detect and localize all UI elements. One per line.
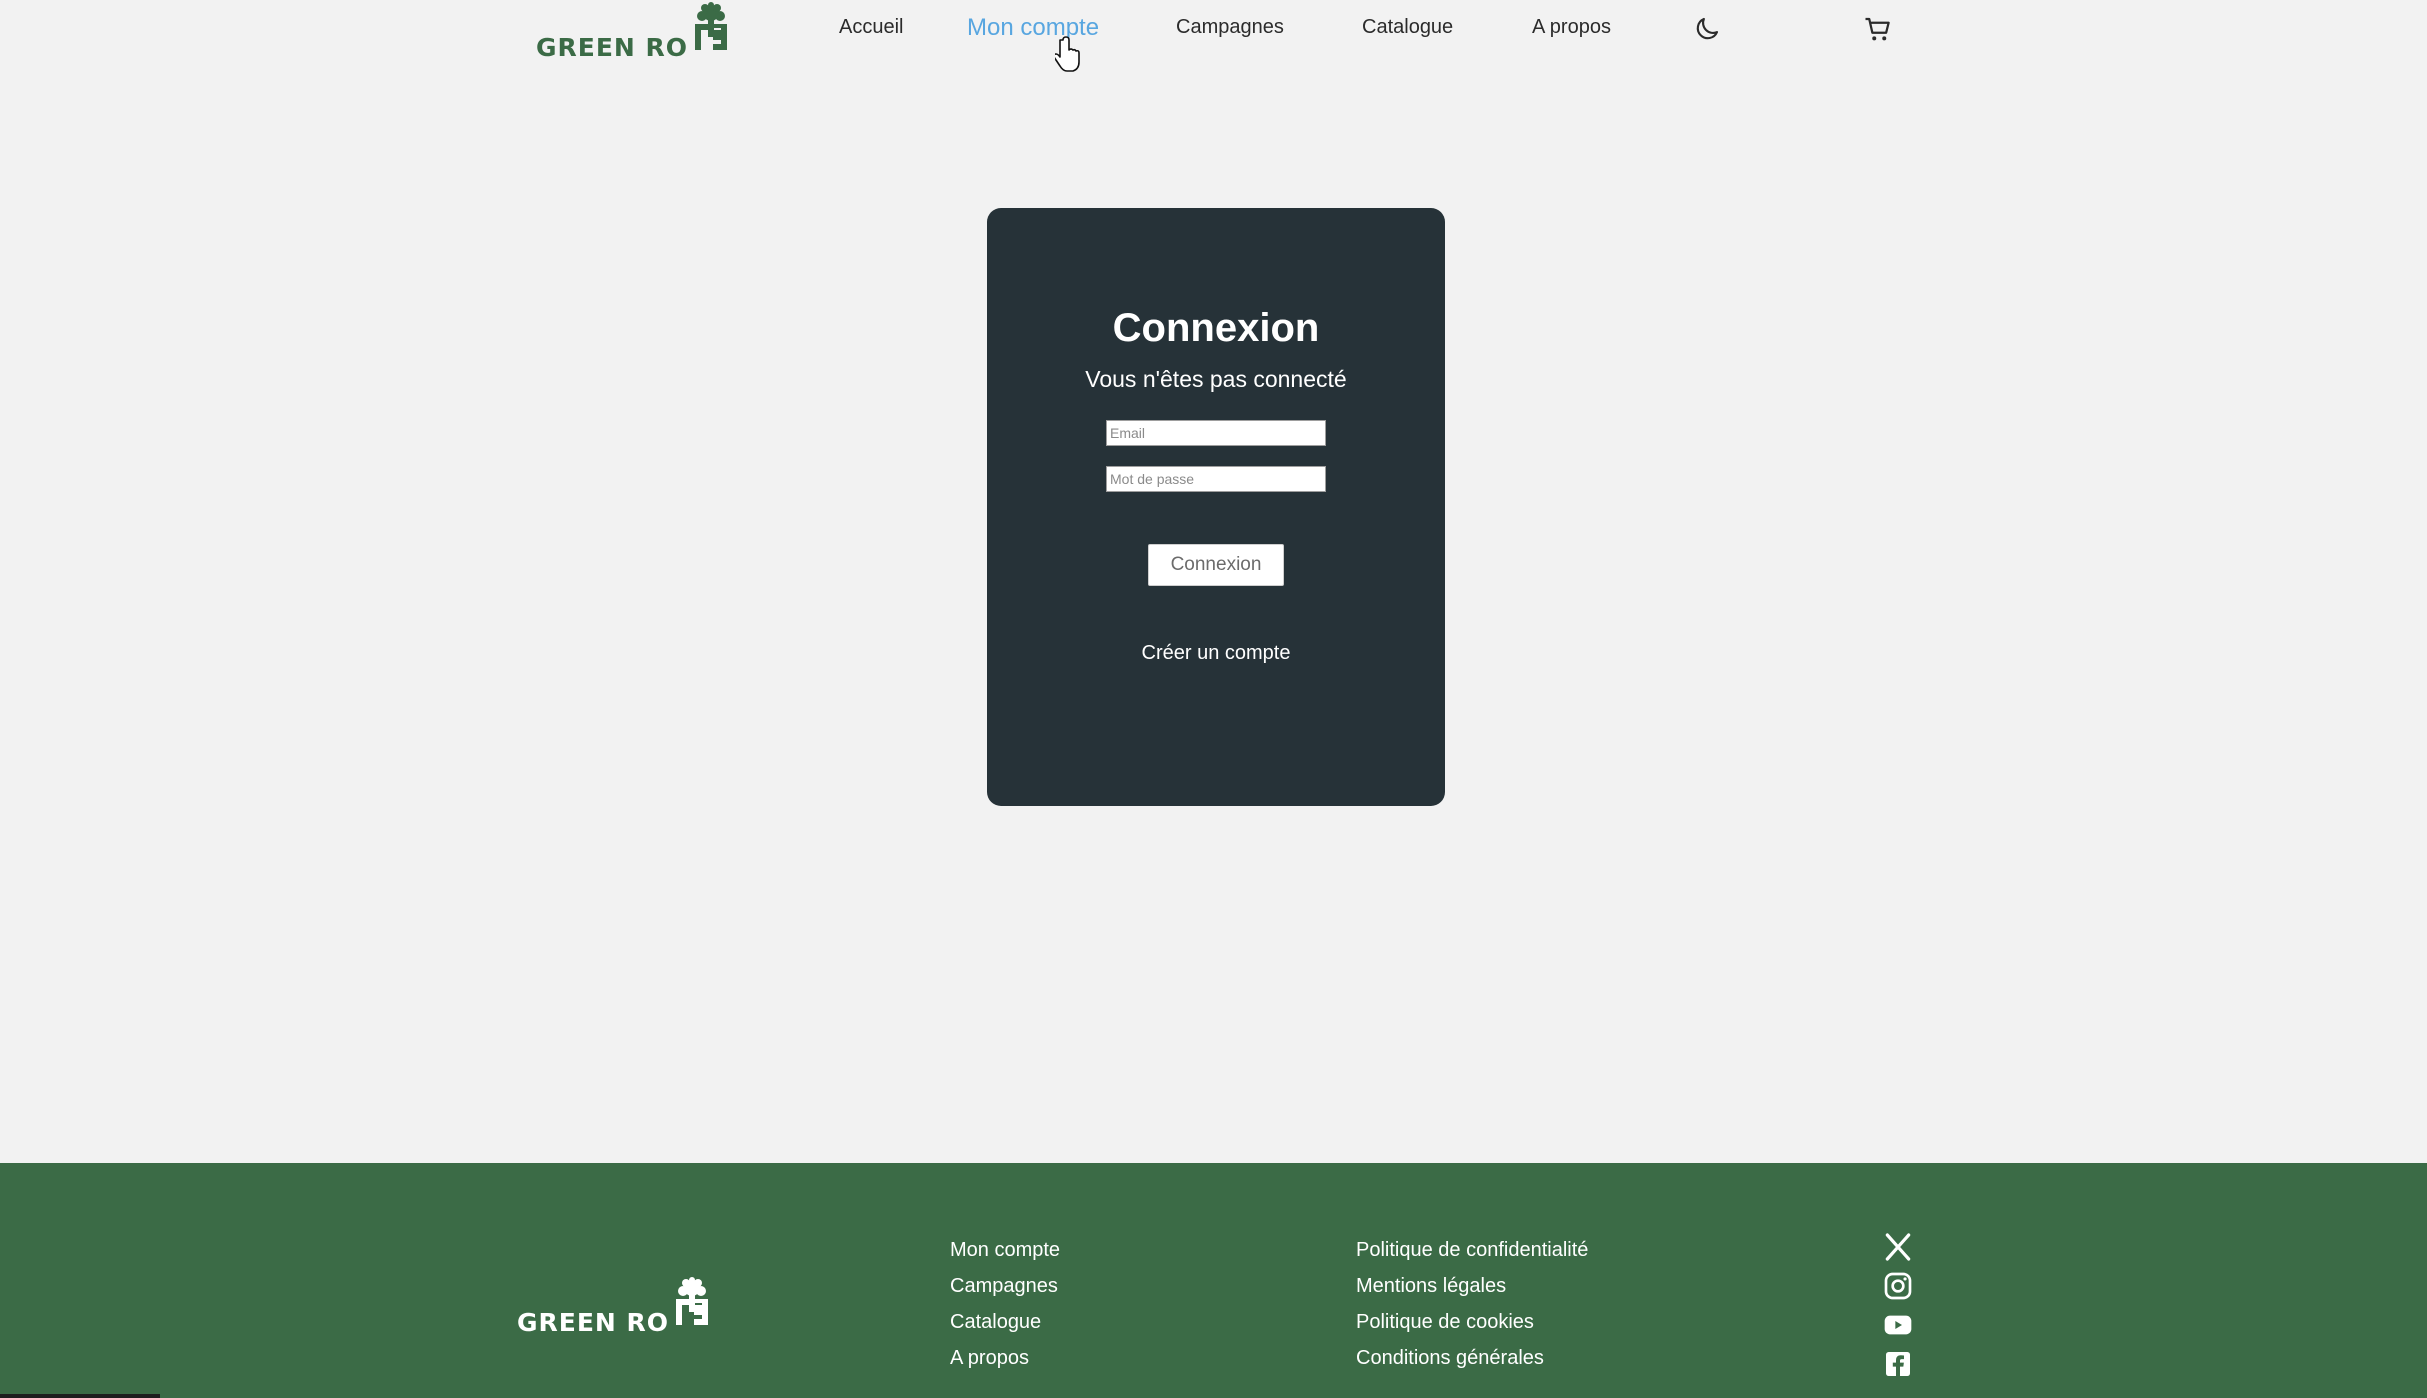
logo-text-left: GREEN RO — [536, 33, 689, 62]
footer-legal-links: Politique de confidentialité Mentions lé… — [1356, 1238, 1588, 1382]
moon-icon[interactable] — [1692, 14, 1722, 44]
x-icon[interactable] — [1882, 1231, 1914, 1263]
email-field[interactable] — [1106, 420, 1326, 446]
header-logo[interactable]: GREEN RO S — [536, 2, 731, 60]
footer-link-cookies[interactable]: Politique de cookies — [1356, 1310, 1588, 1346]
footer-link-catalogue[interactable]: Catalogue — [950, 1310, 1060, 1346]
footer-link-privacy[interactable]: Politique de confidentialité — [1356, 1238, 1588, 1274]
facebook-icon[interactable] — [1882, 1348, 1914, 1380]
site-footer: GREEN RO Mon compte Campagnes Catalogue … — [0, 1163, 2427, 1398]
cart-icon[interactable] — [1863, 14, 1893, 44]
tree-logo-icon — [672, 1277, 712, 1335]
page: GREEN RO S Accueil Mon compte Campagnes … — [0, 0, 2427, 1398]
login-button[interactable]: Connexion — [1148, 544, 1284, 586]
footer-link-a-propos[interactable]: A propos — [950, 1346, 1060, 1382]
instagram-icon[interactable] — [1882, 1270, 1914, 1302]
tree-logo-icon — [691, 2, 731, 60]
password-field[interactable] — [1106, 466, 1326, 492]
create-account-link[interactable]: Créer un compte — [987, 642, 1445, 665]
nav-catalogue[interactable]: Catalogue — [1362, 16, 1453, 39]
nav-accueil[interactable]: Accueil — [839, 16, 903, 39]
footer-link-terms[interactable]: Conditions générales — [1356, 1346, 1588, 1382]
footer-edge-bar — [0, 1394, 160, 1398]
login-subtitle: Vous n'êtes pas connecté — [1085, 366, 1347, 392]
footer-link-campagnes[interactable]: Campagnes — [950, 1274, 1060, 1310]
footer-link-mon-compte[interactable]: Mon compte — [950, 1238, 1060, 1274]
youtube-icon[interactable] — [1882, 1309, 1914, 1341]
site-header: GREEN RO S Accueil Mon compte Campagnes … — [0, 0, 2427, 72]
footer-logo[interactable]: GREEN RO — [517, 1277, 712, 1335]
login-card: Connexion Vous n'êtes pas connecté Conne… — [987, 208, 1445, 806]
nav-mon-compte[interactable]: Mon compte — [967, 14, 1099, 42]
nav-a-propos[interactable]: A propos — [1532, 16, 1611, 39]
login-title: Connexion — [1112, 306, 1320, 350]
footer-logo-text: GREEN RO — [517, 1308, 670, 1337]
footer-nav-links: Mon compte Campagnes Catalogue A propos — [950, 1238, 1060, 1382]
social-links — [1882, 1231, 1914, 1387]
nav-campagnes[interactable]: Campagnes — [1176, 16, 1284, 39]
footer-link-legal[interactable]: Mentions légales — [1356, 1274, 1588, 1310]
